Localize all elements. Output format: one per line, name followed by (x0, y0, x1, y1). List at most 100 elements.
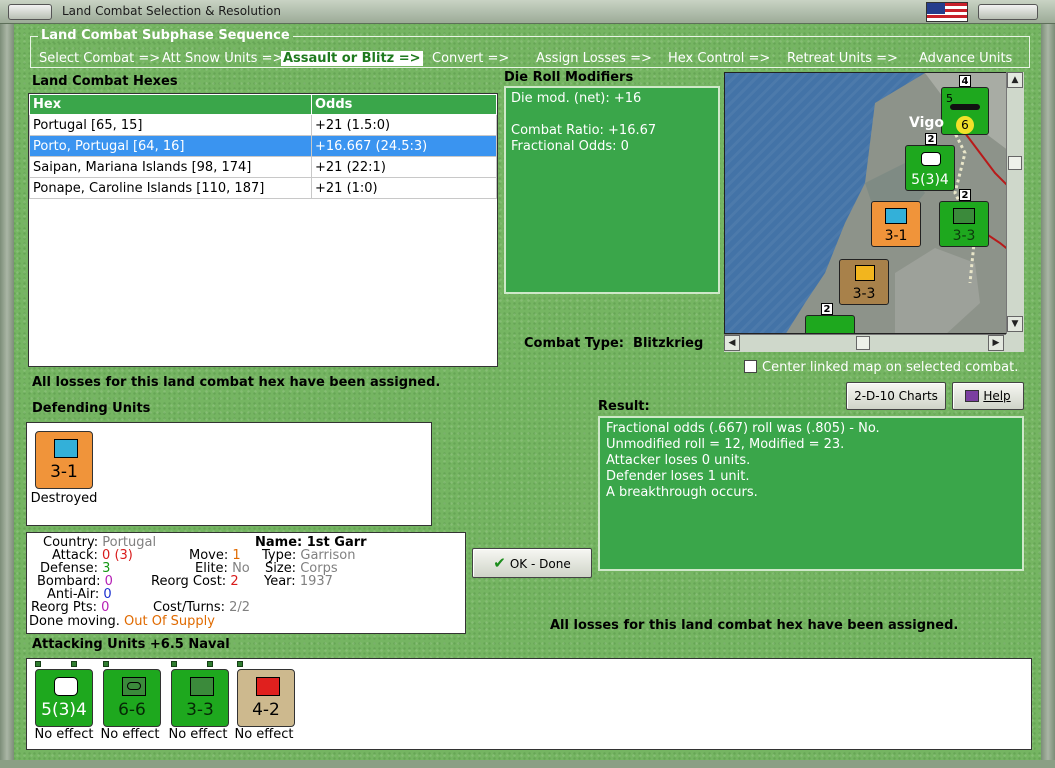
unit-flag-icon (103, 661, 109, 667)
map-horizontal-scrollbar[interactable]: ◀ ▶ (724, 334, 1006, 352)
unit-info-panel: Country: Portugal Attack: 0 (3) Defense:… (26, 532, 466, 634)
unit-status: No effect (100, 727, 160, 742)
tank-icon (256, 677, 280, 696)
counter-strength: 5(3)4 (911, 172, 949, 188)
reorg-cost-row: Reorg Cost: 2 (151, 574, 239, 589)
usa-flag-icon (926, 2, 968, 22)
die-roll-spacer (511, 107, 713, 123)
map-counter-partial[interactable] (805, 315, 855, 333)
unit-strength: 3-1 (50, 462, 78, 482)
cost-turns-row: Cost/Turns: 2/2 (153, 600, 251, 615)
counter-strength: 3-3 (952, 228, 976, 244)
defending-unit[interactable]: 3-1 (35, 431, 93, 489)
map-vertical-scrollbar[interactable]: ▲ ▼ (1006, 72, 1024, 334)
title-bar: Land Combat Selection & Resolution (0, 0, 1055, 24)
center-map-checkbox[interactable]: Center linked map on selected combat. (744, 360, 1018, 375)
charts-button[interactable]: 2-D-10 Charts (846, 382, 946, 410)
counter-strength: 3-3 (852, 286, 876, 302)
left-frame-rail (0, 24, 14, 768)
phase-assign-losses[interactable]: Assign Losses => (536, 51, 652, 66)
unit-strength: 5(3)4 (41, 700, 87, 720)
phase-advance-units[interactable]: Advance Units (919, 51, 1012, 66)
die-roll-panel: Die mod. (net): +16 Combat Ratio: +16.67… (504, 86, 720, 294)
reorg-pts-row: Reorg Pts: 0 (31, 600, 110, 615)
center-map-label: Center linked map on selected combat. (762, 360, 1019, 375)
map-place-label: Vigo (909, 115, 945, 131)
close-button[interactable] (978, 4, 1038, 20)
result-line: A breakthrough occurs. (606, 485, 758, 500)
phase-convert[interactable]: Convert => (432, 51, 509, 66)
vertical-scroll-thumb[interactable] (1008, 156, 1022, 170)
unit-flag-icon (35, 661, 41, 667)
losses-assigned-note-2: All losses for this land combat hex have… (550, 618, 959, 633)
unit-status: No effect (168, 727, 228, 742)
horizontal-scroll-thumb[interactable] (856, 336, 870, 350)
phase-att-snow-units[interactable]: Att Snow Units => (162, 51, 283, 66)
scroll-right-icon[interactable]: ▶ (988, 335, 1004, 351)
attacking-unit[interactable]: 6-6 (103, 669, 161, 727)
phase-retreat-units[interactable]: Retreat Units => (787, 51, 898, 66)
attacking-unit[interactable]: 4-2 (237, 669, 295, 727)
unit-flag-icon (207, 661, 213, 667)
help-book-icon (965, 390, 980, 402)
unit-status: Destroyed (30, 491, 98, 506)
bottom-frame (0, 760, 1055, 768)
hex-cell: Saipan, Mariana Islands [98, 174] (29, 156, 312, 178)
mountain-infantry-icon (190, 677, 214, 696)
map-counter-infantry[interactable]: 3-3 (939, 201, 989, 247)
table-row-selected[interactable]: Porto, Portugal [64, 16] +16.667 (24.5:3… (29, 135, 497, 157)
map-counter-defender[interactable]: 3-1 (871, 201, 921, 247)
garrison-icon (54, 439, 78, 458)
stack-count: 4 (959, 75, 971, 87)
fortress-icon (855, 265, 875, 281)
map-counter-naval[interactable]: 5 6 (941, 87, 989, 135)
phase-select-combat[interactable]: Select Combat => (39, 51, 160, 66)
hex-cell: Portugal [65, 15] (29, 114, 312, 136)
attacking-unit[interactable]: 5(3)4 (35, 669, 93, 727)
hexes-table: Hex Odds Portugal [65, 15] +21 (1.5:0) P… (28, 93, 498, 367)
table-row[interactable]: Saipan, Mariana Islands [98, 174] +21 (2… (29, 156, 497, 178)
hexes-title: Land Combat Hexes (32, 74, 178, 89)
right-frame-rail (1041, 24, 1055, 768)
phase-hex-control[interactable]: Hex Control => (668, 51, 770, 66)
unit-strength: 3-3 (186, 700, 214, 720)
checkbox-box[interactable] (744, 360, 757, 373)
map-counter-fortress[interactable]: 3-3 (839, 259, 889, 305)
window-title: Land Combat Selection & Resolution (62, 4, 281, 18)
attacking-units-panel: 5(3)4 No effect 6-6 No effect 3-3 No eff… (26, 658, 1032, 750)
done-row: Done moving. Out Of Supply (29, 614, 215, 629)
table-row[interactable]: Ponape, Caroline Islands [110, 187] +21 … (29, 177, 497, 199)
stack-count: 2 (925, 133, 937, 145)
scroll-left-icon[interactable]: ◀ (724, 335, 740, 351)
garrison-icon (885, 208, 907, 224)
result-line: Unmodified roll = 12, Modified = 23. (606, 437, 845, 452)
unit-strength: 6-6 (118, 700, 146, 720)
map-counter-motorized[interactable]: 5(3)4 (905, 145, 955, 191)
defending-title: Defending Units (32, 401, 151, 416)
table-row[interactable]: Portugal [65, 15] +21 (1.5:0) (29, 114, 497, 136)
phase-assault-or-blitz[interactable]: Assault or Blitz => (281, 51, 423, 66)
unit-flag-icon (237, 661, 243, 667)
scroll-up-icon[interactable]: ▲ (1007, 72, 1023, 88)
column-header-odds[interactable]: Odds (311, 94, 497, 115)
scroll-down-icon[interactable]: ▼ (1007, 316, 1023, 332)
hex-cell: Ponape, Caroline Islands [110, 187] (29, 177, 312, 199)
unit-status: No effect (234, 727, 294, 742)
defending-units-panel: 3-1 Destroyed (26, 422, 432, 526)
ok-done-label: OK - Done (509, 557, 571, 571)
scroll-corner (1006, 334, 1024, 352)
die-roll-title: Die Roll Modifiers (504, 70, 634, 85)
attacking-unit[interactable]: 3-3 (171, 669, 229, 727)
submarine-icon (950, 104, 980, 110)
ok-done-button[interactable]: ✔ OK - Done (472, 548, 592, 578)
column-header-hex[interactable]: Hex (29, 94, 312, 115)
system-menu-button[interactable] (8, 4, 52, 20)
combat-type: Combat Type: Blitzkrieg (524, 336, 703, 351)
losses-assigned-note: All losses for this land combat hex have… (32, 375, 441, 390)
linked-map[interactable]: 4 5 6 Vigo 2 5(3)4 3-1 2 3-3 3-3 2 (724, 72, 1024, 334)
combat-type-value: Blitzkrieg (633, 336, 704, 351)
infantry-icon (953, 208, 975, 224)
help-button[interactable]: Help (952, 382, 1024, 410)
result-line: Defender loses 1 unit. (606, 469, 750, 484)
result-panel: Fractional odds (.667) roll was (.805) -… (598, 416, 1024, 571)
